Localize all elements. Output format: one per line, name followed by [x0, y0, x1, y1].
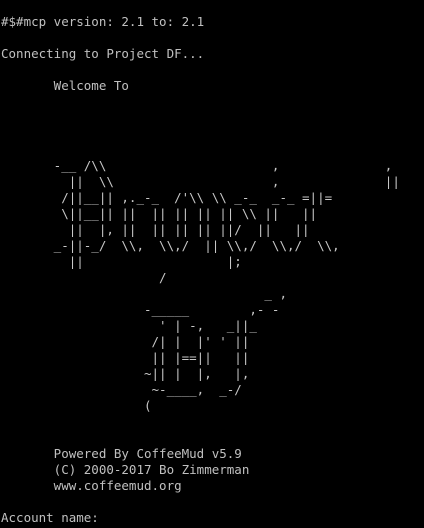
ascii-art-line: _ , [1, 286, 287, 301]
terminal-line: Welcome To [1, 78, 129, 93]
terminal-line: Connecting to Project DF... [1, 46, 205, 61]
ascii-art-line: || |, || || || || ||/ || || [1, 222, 310, 237]
account-name-label: Account name: [1, 510, 107, 525]
terminal-window[interactable]: #$#mcp version: 2.1 to: 2.1 Connecting to… [0, 0, 424, 528]
ascii-art-line: || \\ , || [1, 174, 400, 189]
ascii-art-line: ~-____, _-/ [1, 382, 242, 397]
terminal-line: (C) 2000-2017 Bo Zimmerman [1, 462, 250, 477]
ascii-art-line: || |; [1, 254, 242, 269]
terminal-line: www.coffeemud.org [1, 478, 182, 493]
ascii-art-line: /| | |' ' || [1, 334, 250, 349]
ascii-art-line: -_____ ,- - [1, 302, 280, 317]
ascii-art-line: \||__|| || || || || || \\ || || [1, 206, 318, 221]
terminal-line: Powered By CoffeeMud v5.9 [1, 446, 242, 461]
ascii-art-line: ~|| | |, |, [1, 366, 250, 381]
account-name-input[interactable] [106, 510, 407, 526]
terminal-line: #$#mcp version: 2.1 to: 2.1 [1, 14, 205, 29]
login-prompt: Account name: [1, 510, 424, 526]
ascii-art-line: /||__|| ,._-_ /'\\ \\ _-_ _-_ =||= [1, 190, 333, 205]
ascii-art-line: -__ /\\ , , [1, 158, 393, 173]
ascii-art-line: ( [1, 398, 152, 413]
ascii-art-line: / [1, 270, 167, 285]
ascii-art-line: _-||-_/ \\, \\,/ || \\,/ \\,/ \\, [1, 238, 340, 253]
ascii-art-line: ' | -, _||_ [1, 318, 257, 333]
ascii-art-line: || |==|| || [1, 350, 250, 365]
terminal-output: #$#mcp version: 2.1 to: 2.1 Connecting to… [1, 14, 424, 510]
